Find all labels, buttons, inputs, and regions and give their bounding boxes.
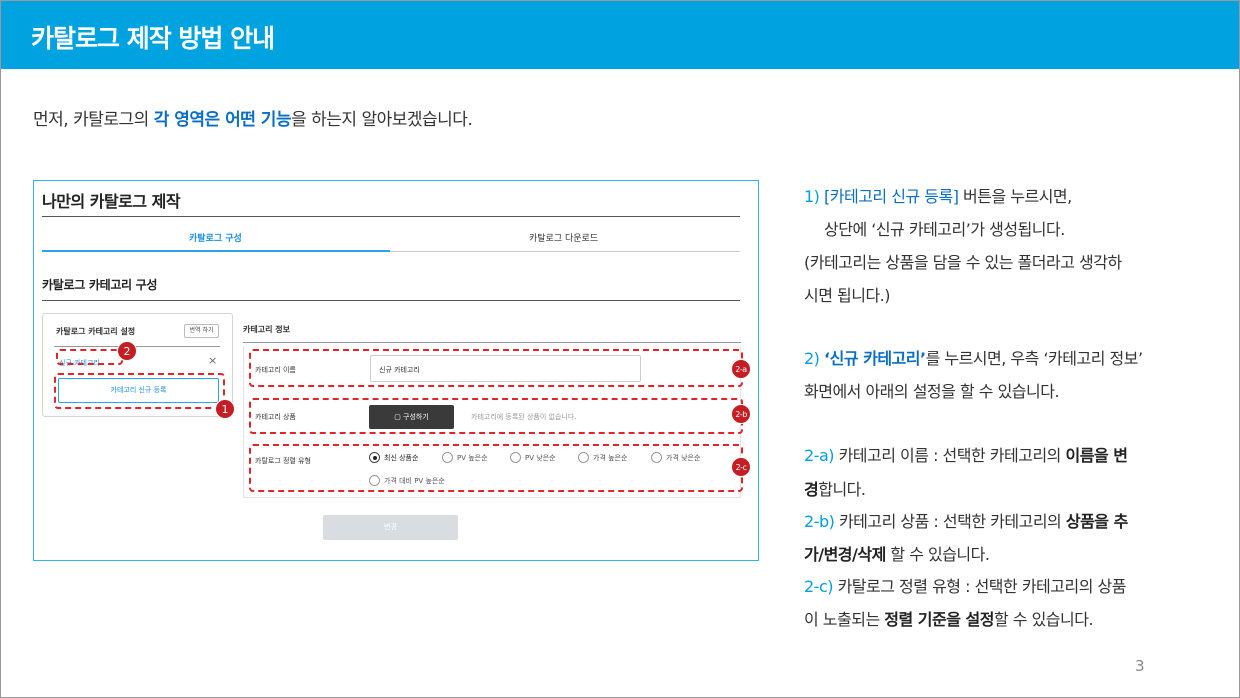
explain-p1-line4: 시면 됩니다.): [804, 286, 891, 305]
step-number: 1): [804, 187, 825, 206]
catalog-screenshot-panel: 나만의 카탈로그 제작 카탈로그 구성 카탈로그 다운로드 카탈로그 카테고리 …: [33, 180, 759, 561]
step-bold: 상품을 추: [1065, 512, 1128, 531]
intro-text: 먼저, 카탈로그의 각 영역은 어떤 기능을 하는지 알아보겠습니다.: [33, 105, 473, 130]
explain-p2-line2: 화면에서 아래의 설정을 할 수 있습니다.: [804, 382, 1060, 401]
step-text: 카테고리 이름 : 선택한 카테고리의: [834, 446, 1066, 465]
intro-after: 을 하는지 알아보겠습니다.: [291, 110, 473, 130]
step-bold: 경: [804, 480, 819, 499]
explain-2c-line2: 이 노출되는 정렬 기준을 설정할 수 있습니다.: [804, 606, 1094, 630]
page-number: 3: [1135, 657, 1145, 675]
step-text: 할 수 있습니다.: [993, 610, 1094, 629]
intro-before: 먼저, 카탈로그의: [33, 110, 154, 130]
explain-2c-line1: 2-c) 카탈로그 정렬 유형 : 선택한 카테고리의 상품: [804, 573, 1126, 597]
step-tag: 2-a): [804, 446, 835, 465]
tab-divider: [390, 251, 740, 252]
explain-2a-line1: 2-a) 카테고리 이름 : 선택한 카테고리의 이름을 변: [804, 442, 1128, 466]
explain-2b-line2: 가/변경/삭제 할 수 있습니다.: [804, 541, 990, 565]
step-tag: 2-c): [804, 577, 834, 596]
page-title: 카탈로그 제작 방법 안내: [31, 24, 275, 53]
tab-catalog-compose[interactable]: 카탈로그 구성: [189, 231, 242, 244]
step-text: 버튼을 누르시면,: [958, 187, 1072, 206]
annotation-box-2c: [249, 444, 743, 492]
step-text: 카테고리 상품 : 선택한 카테고리의: [834, 512, 1066, 531]
step-number: 2): [804, 349, 825, 368]
step-text: 이 노출되는: [804, 610, 885, 629]
step-highlight: [카테고리 신규 등록]: [824, 187, 959, 206]
tab-catalog-download[interactable]: 카탈로그 다운로드: [529, 231, 598, 244]
category-info-title: 카테고리 정보: [243, 325, 290, 334]
explain-2a-line2: 경합니다.: [804, 476, 866, 500]
step-highlight: ‘신규 카테고리’: [824, 349, 926, 368]
badge-1: 1: [215, 399, 235, 419]
annotation-box-2a: [249, 349, 743, 387]
settings-divider: [54, 346, 220, 347]
intro-highlight: 각 영역은 어떤 기능: [153, 110, 292, 130]
step-bold: 정렬 기준을 설정: [884, 610, 994, 629]
settings-title: 카탈로그 카테고리 설정: [56, 327, 136, 336]
annotation-box-2: [56, 349, 123, 365]
step-text: 카탈로그 정렬 유형 : 선택한 카테고리의 상품: [833, 577, 1127, 596]
step-text: 를 누르시면, 우측 ‘카테고리 정보’: [925, 349, 1143, 368]
badge-2: 2: [117, 341, 137, 361]
badge-2a: 2-a: [731, 359, 751, 379]
step-tag: 2-b): [804, 512, 835, 531]
save-button[interactable]: 변경: [323, 515, 458, 540]
explain-2b-line1: 2-b) 카테고리 상품 : 선택한 카테고리의 상품을 추: [804, 508, 1128, 532]
badge-2b: 2-b: [731, 404, 751, 424]
step-text: 할 수 있습니다.: [885, 545, 990, 564]
title-divider: [42, 216, 740, 217]
info-divider: [243, 342, 741, 343]
slide: 카탈로그 제작 방법 안내 먼저, 카탈로그의 각 영역은 어떤 기능을 하는지…: [0, 0, 1240, 698]
step-text: 합니다.: [818, 480, 866, 499]
translate-button[interactable]: 번역 하기: [184, 324, 219, 338]
explain-p1-line3: (카테고리는 상품을 담을 수 있는 폴더라고 생각하: [804, 253, 1122, 272]
header-bar: 카탈로그 제작 방법 안내: [1, 1, 1239, 69]
explain-p2-line1: 2) ‘신규 카테고리’를 누르시면, 우측 ‘카테고리 정보’: [804, 345, 1143, 369]
badge-2c: 2-c: [731, 457, 751, 477]
step-bold: 이름을 변: [1065, 446, 1128, 465]
section-title: 카탈로그 카테고리 구성: [42, 278, 158, 292]
active-tab-indicator: [42, 250, 390, 252]
close-icon[interactable]: ×: [208, 354, 217, 367]
explain-p1-line2: 상단에 ‘신규 카테고리’가 생성됩니다.: [824, 220, 1065, 239]
section-divider: [42, 300, 740, 301]
annotation-box-2b: [249, 398, 743, 434]
annotation-box-1: [54, 373, 225, 409]
explain-p1-line1: 1) [카테고리 신규 등록] 버튼을 누르시면,: [804, 183, 1072, 207]
step-bold: 가/변경/삭제: [804, 545, 886, 564]
catalog-title: 나만의 카탈로그 제작: [42, 192, 181, 211]
